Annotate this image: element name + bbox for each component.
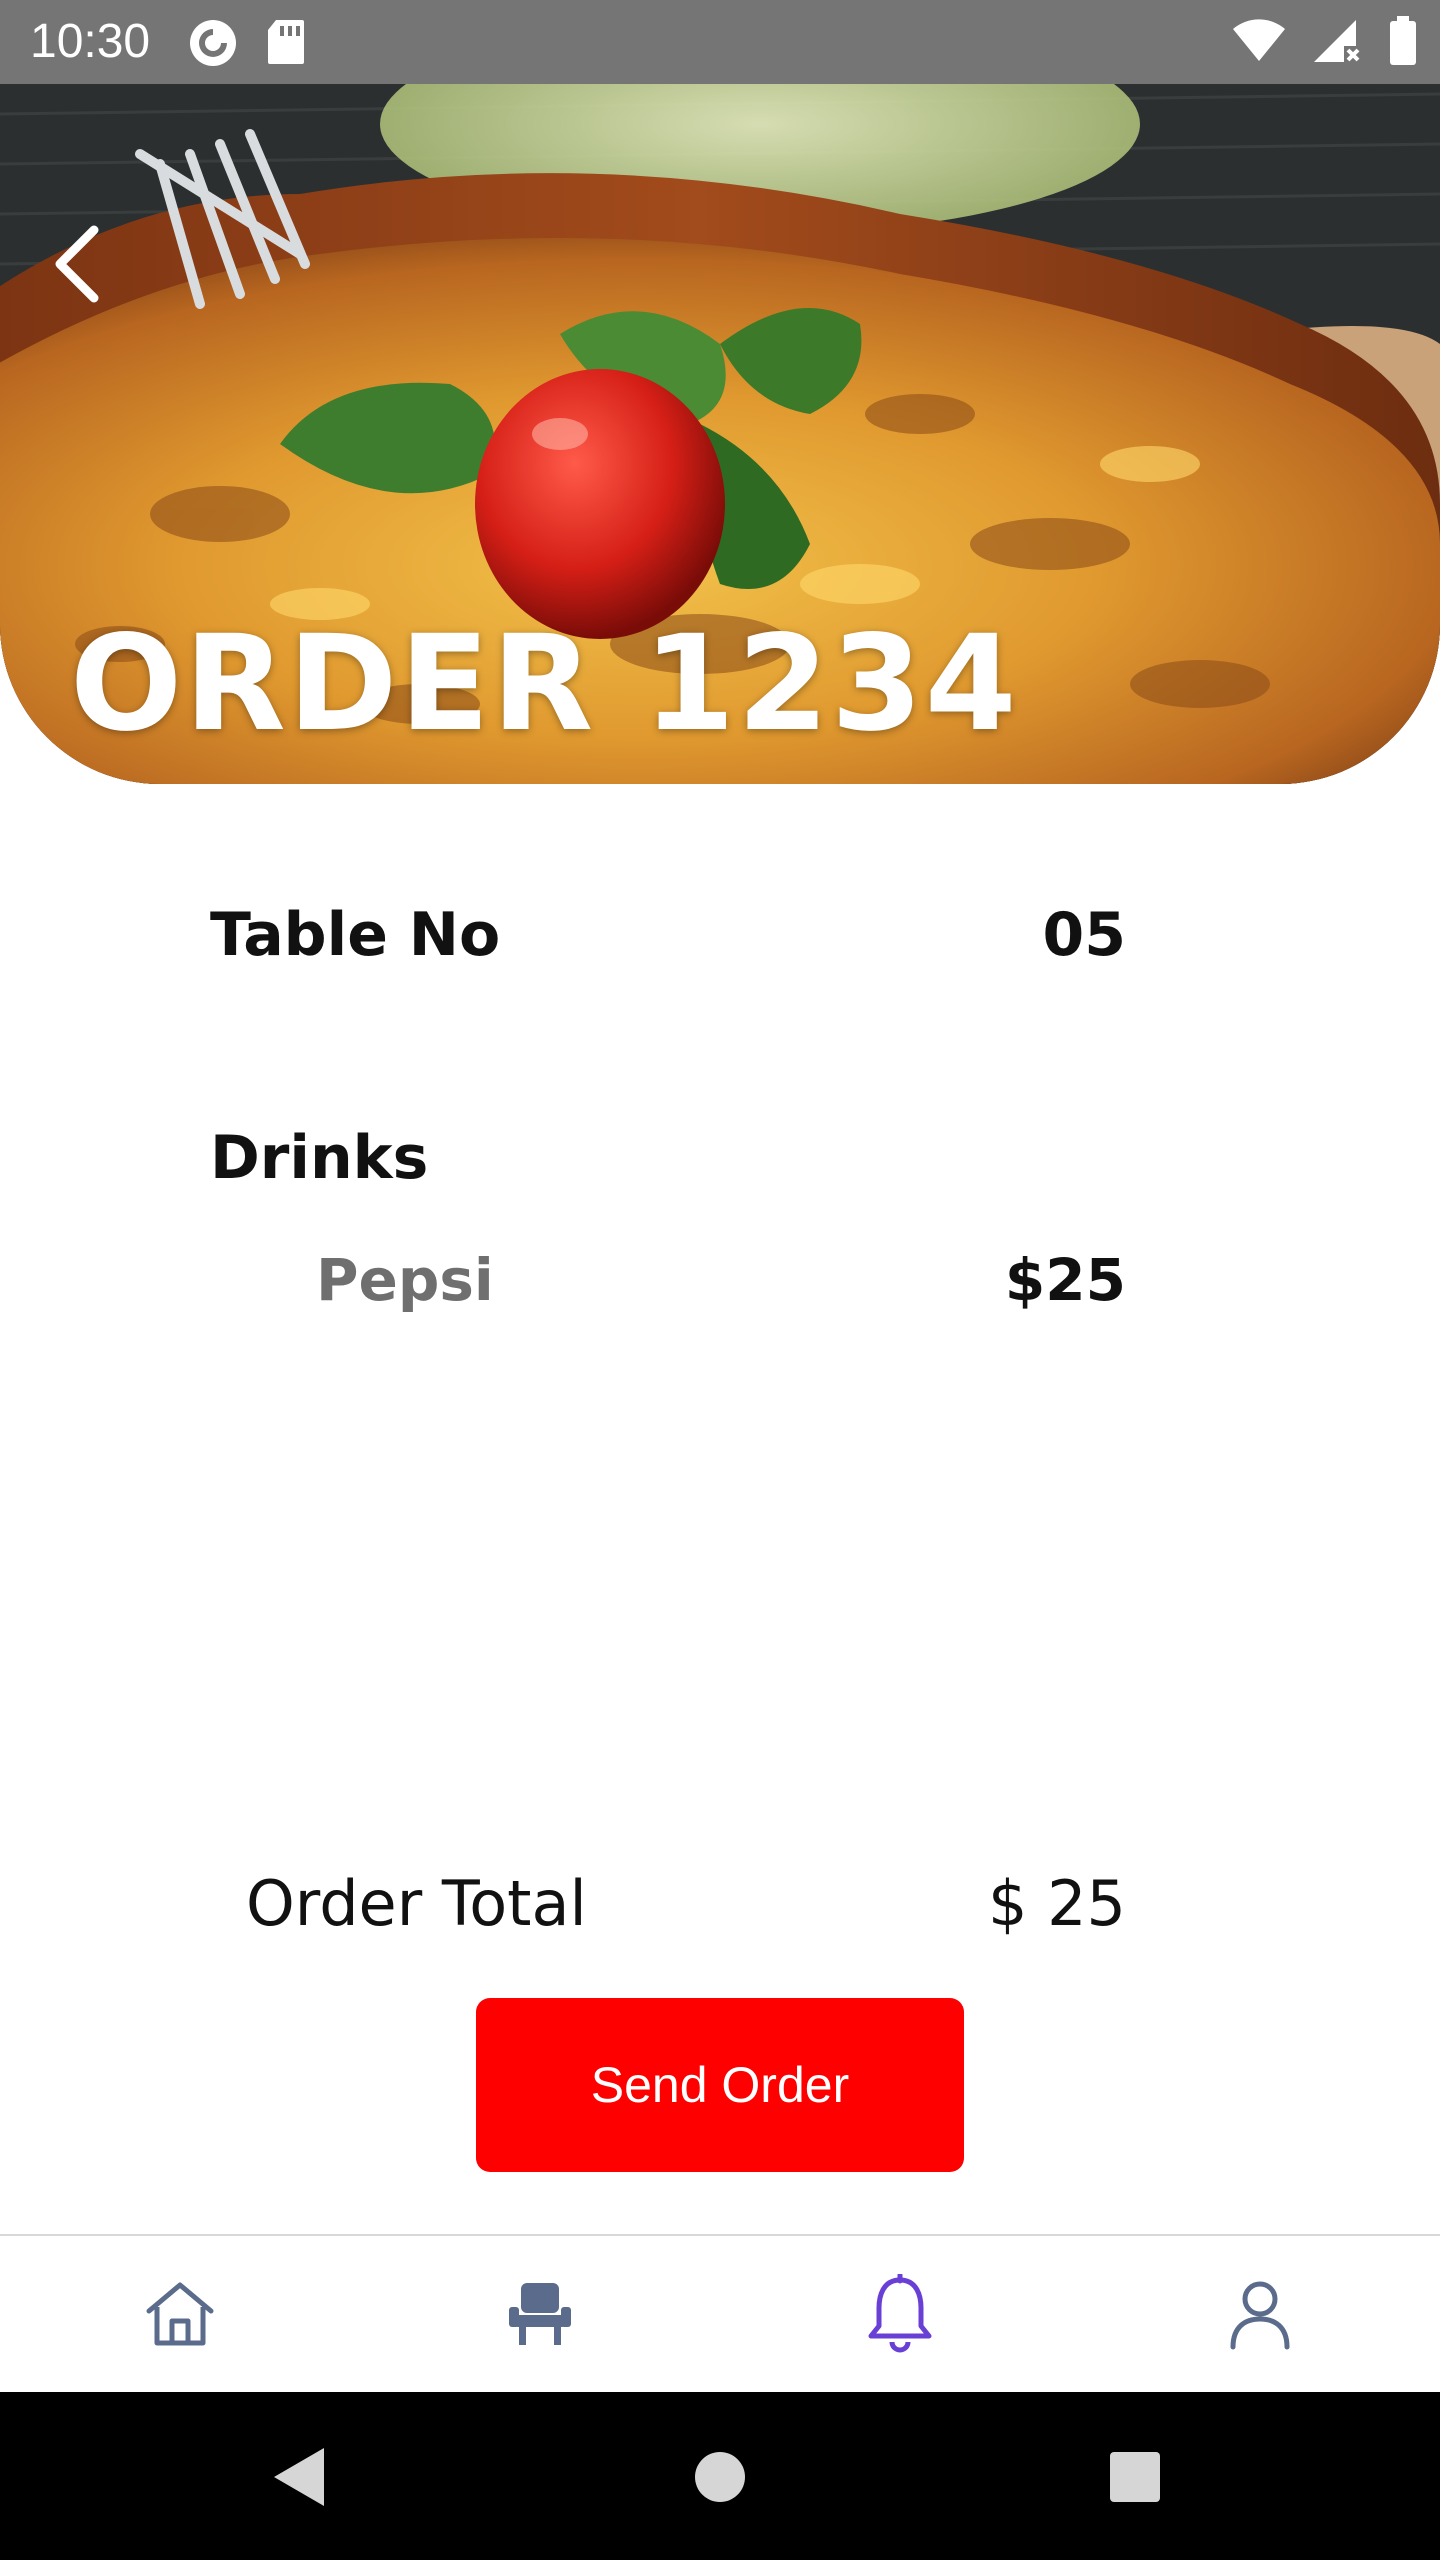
sd-card-icon: [266, 18, 306, 73]
home-icon: [146, 2282, 214, 2346]
circle-home-icon: [695, 2452, 745, 2502]
chevron-left-icon: [55, 225, 99, 303]
table-number-label: Table No: [210, 900, 501, 970]
seat-icon: [509, 2283, 571, 2345]
pocket-casts-icon: [188, 18, 238, 73]
table-number-value: 05: [1042, 900, 1127, 970]
order-total-value: $ 25: [987, 1867, 1126, 1940]
system-navigation-bar: [0, 2392, 1440, 2560]
send-order-button[interactable]: Send Order: [476, 1998, 964, 2172]
cellular-no-data-icon: [1312, 18, 1362, 69]
nav-tables[interactable]: [450, 2236, 630, 2392]
nav-notifications[interactable]: [810, 2236, 990, 2392]
system-recents-button[interactable]: [1090, 2432, 1180, 2522]
order-total-label: Order Total: [246, 1867, 587, 1940]
back-button[interactable]: [52, 224, 132, 324]
battery-icon: [1388, 16, 1418, 71]
square-recents-icon: [1110, 2452, 1160, 2502]
hero-image: ORDER 1234: [0, 84, 1440, 784]
system-home-button[interactable]: [675, 2432, 765, 2522]
system-back-button[interactable]: [255, 2432, 345, 2522]
order-title: ORDER 1234: [70, 607, 1019, 761]
nav-profile[interactable]: [1170, 2236, 1350, 2392]
user-icon: [1230, 2281, 1290, 2350]
wifi-icon: [1232, 19, 1286, 68]
status-time: 10:30: [30, 15, 151, 68]
section-title-drinks: Drinks: [210, 1123, 429, 1193]
bell-icon: [868, 2274, 932, 2353]
status-bar: 10:30: [0, 0, 1440, 84]
triangle-back-icon: [274, 2448, 324, 2506]
order-item-name: Pepsi: [316, 1246, 494, 1314]
nav-home[interactable]: [90, 2236, 270, 2392]
bottom-navigation: [0, 2234, 1440, 2392]
order-item-price: $25: [1004, 1246, 1126, 1314]
